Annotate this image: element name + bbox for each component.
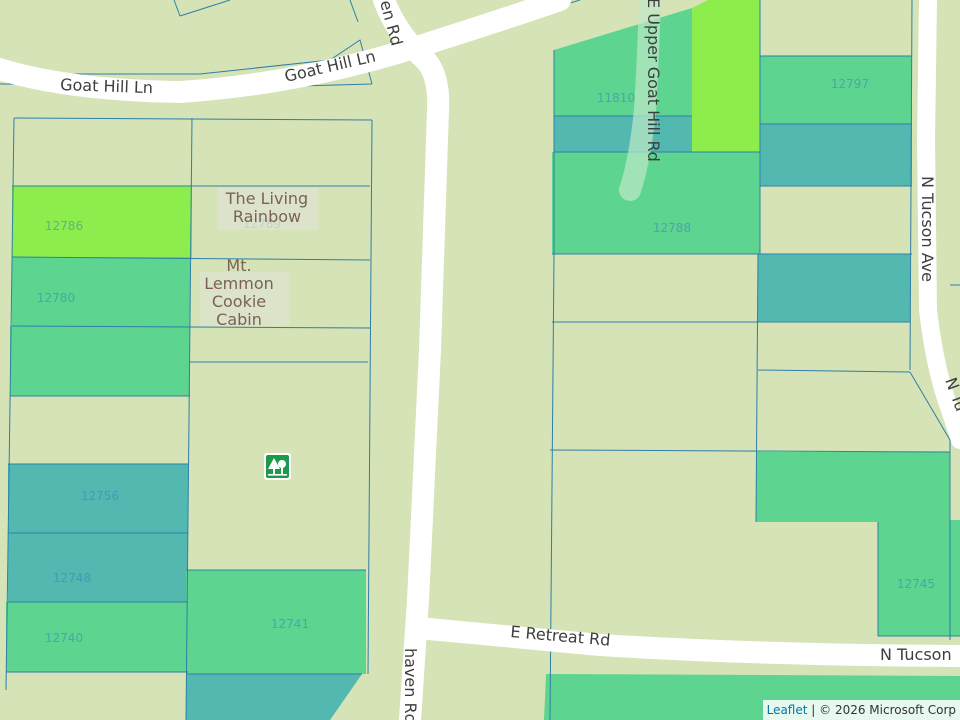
road-label-haven-bottom: haven Rd [401, 648, 420, 720]
parcel-lime-north[interactable] [692, 0, 760, 152]
parcel-label: 12740 [45, 631, 83, 645]
attribution-separator: | [807, 703, 820, 717]
parcel-12740[interactable] [6, 602, 188, 672]
poi-cookie-cabin-line-3[interactable]: Cookie [212, 292, 266, 311]
parcel-label: 12780 [37, 291, 75, 305]
parcel-south-teal[interactable] [186, 674, 362, 720]
parcel-label: 12788 [653, 221, 691, 235]
poi-cookie-cabin-line-4[interactable]: Cabin [216, 310, 262, 329]
road-label-haven-top: en Rd [376, 0, 406, 48]
park-tree-icon[interactable] [264, 453, 291, 480]
parcel-label: 12745 [897, 577, 935, 591]
parcel-12788[interactable] [552, 152, 760, 254]
poi-living-rainbow-line-1[interactable]: The Living [225, 189, 308, 208]
map-canvas[interactable]: Goat Hill Ln Goat Hill Ln en Rd haven Rd… [0, 0, 960, 720]
parcel-label: 12786 [45, 219, 83, 233]
parcel-east-green[interactable] [756, 452, 950, 522]
road-label-goat-hill-1: Goat Hill Ln [60, 75, 153, 97]
road-haven-rd[interactable] [373, 0, 450, 720]
road-label-upper-goat-hill: E Upper Goat Hill Rd [644, 0, 663, 162]
road-label-tucson-ave: N Tucson Ave [918, 176, 937, 282]
map-attribution: Leaflet | © 2026 Microsoft Corp [762, 700, 960, 720]
parcel-12786[interactable] [12, 186, 192, 258]
parcel-fills [6, 0, 960, 720]
parcel-12748[interactable] [8, 533, 188, 603]
map-container[interactable]: Goat Hill Ln Goat Hill Ln en Rd haven Rd… [0, 0, 960, 720]
parcel-east-teal-2[interactable] [758, 254, 910, 322]
parcel-teal-strip[interactable] [554, 116, 692, 152]
leaflet-link[interactable]: Leaflet [767, 703, 808, 717]
parcel-label: 12748 [53, 571, 91, 585]
parcel-label: 12741 [271, 617, 309, 631]
parcel-label: 12797 [831, 77, 869, 91]
parcel-west-mid[interactable] [10, 326, 190, 396]
poi-cookie-cabin-line-2[interactable]: Lemmon [204, 274, 274, 293]
parcel-label: 11810 [597, 91, 635, 105]
parcel-east-teal-1[interactable] [760, 124, 912, 186]
road-label-tucson-bottom: N Tucson [880, 645, 952, 664]
parcel-label: 12756 [81, 489, 119, 503]
poi-cookie-cabin-line-1[interactable]: Mt. [226, 256, 251, 275]
attribution-copyright: © 2026 Microsoft Corp [819, 703, 956, 717]
poi-living-rainbow-line-2[interactable]: Rainbow [233, 207, 301, 226]
